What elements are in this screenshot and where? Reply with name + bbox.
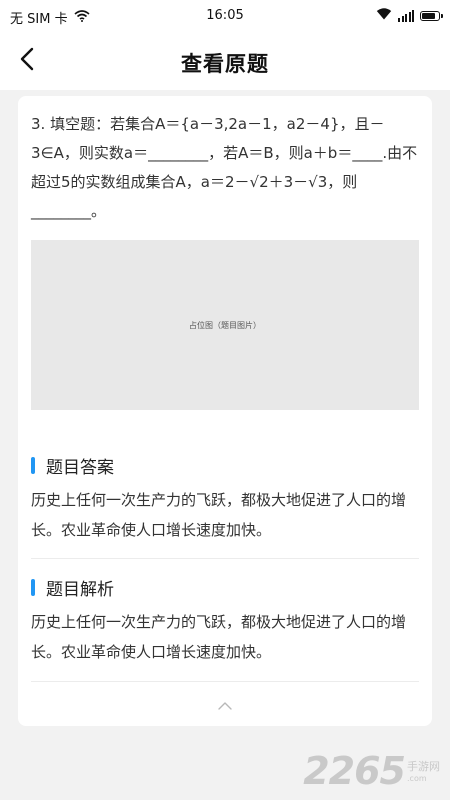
watermark-text-main: 手游网 bbox=[407, 760, 440, 773]
status-right bbox=[376, 8, 443, 24]
divider bbox=[31, 558, 419, 559]
battery-icon bbox=[420, 11, 443, 21]
question-image: 占位图（题目图片） bbox=[31, 240, 419, 410]
accent-bar bbox=[31, 578, 35, 596]
chevron-up-icon bbox=[218, 695, 232, 714]
answer-header: 题目答案 bbox=[31, 452, 419, 478]
analysis-body: 历史上任何一次生产力的飞跃，都极大地促进了人口的增长。农业革命使人口增长速度加快… bbox=[31, 613, 407, 661]
status-bar: 无 SIM 卡 16:05 bbox=[0, 0, 450, 32]
answer-body: 历史上任何一次生产力的飞跃，都极大地促进了人口的增长。农业革命使人口增长速度加快… bbox=[31, 491, 407, 539]
watermark-number: 2265 bbox=[303, 749, 406, 793]
analysis-header: 题目解析 bbox=[31, 574, 419, 600]
page-title: 查看原题 bbox=[181, 52, 269, 76]
analysis-section: 题目解析 历史上任何一次生产力的飞跃，都极大地促进了人口的增长。农业革命使人口增… bbox=[31, 574, 419, 667]
accent-bar bbox=[31, 456, 35, 474]
nav-bar: 查看原题 bbox=[0, 32, 450, 90]
question-card: 3. 填空题：若集合A＝{a－3,2a－1，a2－4}，且－3∈A，则实数a＝_… bbox=[18, 96, 432, 726]
signal-icon bbox=[398, 10, 414, 22]
divider bbox=[31, 681, 419, 682]
answer-section: 题目答案 历史上任何一次生产力的飞跃，都极大地促进了人口的增长。农业革命使人口增… bbox=[31, 452, 419, 545]
watermark-text: 手游网 .com bbox=[407, 761, 440, 785]
image-placeholder-label: 占位图（题目图片） bbox=[189, 320, 261, 330]
question-text: 3. 填空题：若集合A＝{a－3,2a－1，a2－4}，且－3∈A，则实数a＝_… bbox=[31, 115, 418, 220]
watermark-text-sub: .com bbox=[407, 774, 427, 783]
analysis-title: 题目解析 bbox=[46, 579, 114, 600]
battery-fill bbox=[422, 13, 435, 19]
collapse-button[interactable] bbox=[214, 696, 236, 712]
watermark-logo: 2265 手游网 .com bbox=[303, 752, 440, 790]
answer-title: 题目答案 bbox=[46, 457, 114, 478]
wifi-icon bbox=[376, 8, 392, 24]
